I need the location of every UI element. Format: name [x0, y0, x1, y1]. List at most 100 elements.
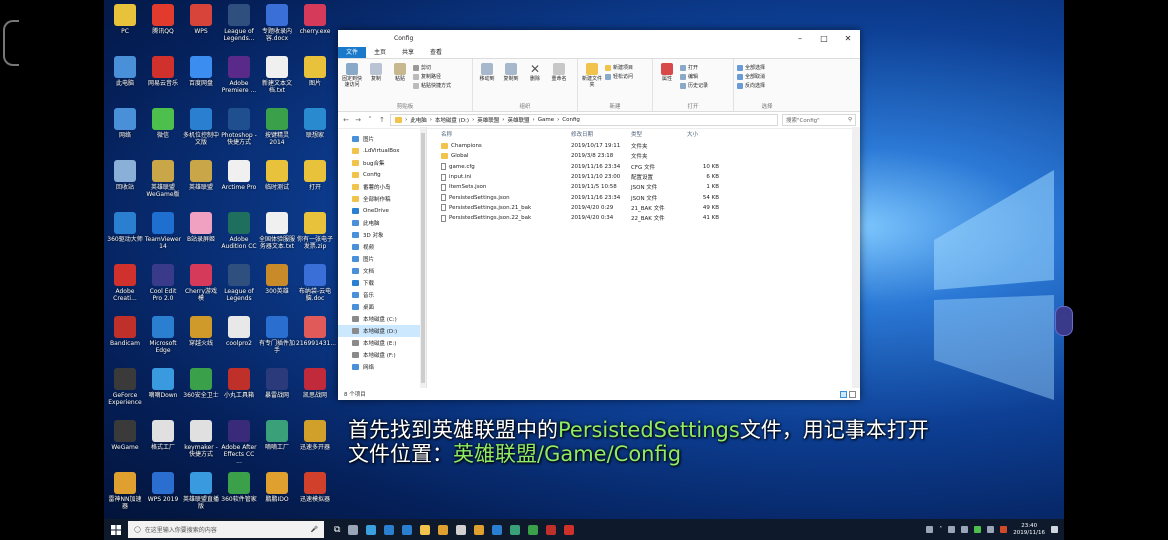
desktop-icon[interactable]: League of Legends...	[220, 4, 258, 54]
back-arrow-icon[interactable]: ←	[342, 116, 350, 124]
desktop-icon[interactable]: TeamViewer 14	[144, 212, 182, 262]
file-row[interactable]: game.cfg 2019/11/16 23:34 CFG 文件 10 KB	[441, 162, 860, 172]
edge-floating-button[interactable]	[1055, 306, 1073, 336]
file-row[interactable]: Champions 2019/10/17 19:11 文件夹	[441, 141, 860, 151]
desktop-icon[interactable]: 雷神NN加速器	[106, 472, 144, 522]
address-bar[interactable]: › 此电脑 › 本地磁盘 (D:) › 英雄联盟 › 英雄联盟 › Game › Config	[390, 114, 778, 126]
desktop-icon[interactable]: 按键精灵2014	[258, 108, 296, 158]
desktop-icon[interactable]: 英雄联盟WeGame版	[144, 160, 182, 210]
nav-item[interactable]: 音乐	[338, 289, 426, 301]
taskbar-app-icon[interactable]	[420, 524, 431, 535]
desktop-icon[interactable]: League of Legends	[220, 264, 258, 314]
desktop-icon[interactable]: 你有一张电子发票.zip	[296, 212, 334, 262]
desktop-icon[interactable]: WPS	[182, 4, 220, 54]
nav-item[interactable]: 下载	[338, 277, 426, 289]
desktop-icon[interactable]: Cool Edit Pro 2.0	[144, 264, 182, 314]
breadcrumb-chevron-icon[interactable]: ›	[557, 117, 559, 123]
paste-shortcut-button[interactable]: 粘贴快捷方式	[413, 82, 451, 89]
breadcrumb-chevron-icon[interactable]: ›	[533, 117, 535, 123]
desktop-icon[interactable]: Adobe Premiere ...	[220, 56, 258, 106]
network-icon[interactable]	[948, 526, 956, 533]
desktop-icon[interactable]: WeGame	[106, 420, 144, 470]
file-row[interactable]: PersistedSettings.json.21_bak 2019/4/20 0…	[441, 203, 860, 213]
volume-icon[interactable]	[961, 526, 969, 533]
taskbar-app-icon[interactable]	[510, 524, 521, 535]
file-row[interactable]: ItemSets.json 2019/11/5 10:58 JSON 文件 1 KB	[441, 182, 860, 192]
clock[interactable]: 23:40 2019/11/16	[1013, 523, 1045, 537]
desktop-icon[interactable]: 微信	[144, 108, 182, 158]
taskbar-search-box[interactable]: ◯ 在这里输入你要搜索的内容 🎤	[128, 521, 324, 538]
nav-item[interactable]: 本地磁盘 (C:)	[338, 313, 426, 325]
nav-item[interactable]: 3D 对象	[338, 229, 426, 241]
file-row[interactable]: PersistedSettings.json 2019/11/16 23:34 JS…	[441, 192, 860, 202]
navigation-scroll-thumb[interactable]	[421, 133, 425, 383]
desktop-icon[interactable]: 联想家	[296, 108, 334, 158]
taskbar-app-icon[interactable]	[564, 524, 575, 535]
nav-item[interactable]: 本地磁盘 (F:)	[338, 349, 426, 361]
select-none-button[interactable]: 全部取消	[737, 73, 765, 80]
desktop-icon[interactable]: 迅速模拟器	[296, 472, 334, 522]
nav-item[interactable]: 视频	[338, 241, 426, 253]
nav-item[interactable]: 图片	[338, 133, 426, 145]
desktop-icon[interactable]: Adobe After Effects CC ...	[220, 420, 258, 470]
desktop-icon[interactable]: 格式工厂	[144, 420, 182, 470]
people-icon[interactable]	[926, 526, 934, 533]
desktop-icon[interactable]: 鹏鹏IDO	[258, 472, 296, 522]
desktop-icon[interactable]: GeForce Experience	[106, 368, 144, 418]
taskbar-app-icon[interactable]	[528, 524, 539, 535]
search-box[interactable]: 搜索"Config" ⚲	[782, 114, 856, 126]
start-button[interactable]	[104, 519, 128, 540]
desktop-icon[interactable]: 有专门插件加手	[258, 316, 296, 366]
tab-home[interactable]: 主页	[366, 47, 394, 58]
desktop-icon[interactable]: 360安全卫士	[182, 368, 220, 418]
file-row[interactable]: PersistedSettings.json.22_bak 2019/4/20 0…	[441, 213, 860, 223]
desktop-icon[interactable]: keymaker - 快捷方式	[182, 420, 220, 470]
desktop-icon[interactable]: 凯思战网	[296, 368, 334, 418]
content-scrollbar[interactable]	[852, 127, 860, 388]
desktop-icon[interactable]: 穿越火线	[182, 316, 220, 366]
desktop-icon[interactable]: 嘀嘀Down	[144, 368, 182, 418]
desktop-icon[interactable]: 临时测试	[258, 160, 296, 210]
desktop-icon[interactable]: 小丸工具箱	[220, 368, 258, 418]
desktop-icon[interactable]: cherry.exe	[296, 4, 334, 54]
desktop-icon[interactable]: 嘀嘀工厂	[258, 420, 296, 470]
notification-icon[interactable]	[1051, 526, 1058, 533]
desktop-icon[interactable]: 网络	[106, 108, 144, 158]
breadcrumb-segment[interactable]: 此电脑	[410, 116, 427, 124]
desktop-icon[interactable]: 360驱动大师	[106, 212, 144, 262]
taskbar-app-icon[interactable]	[384, 524, 395, 535]
nav-item[interactable]: bug合集	[338, 157, 426, 169]
desktop-icon[interactable]: Microsoft Edge	[144, 316, 182, 366]
nav-item[interactable]: 本地磁盘 (E:)	[338, 337, 426, 349]
breadcrumb-segment[interactable]: Game	[538, 117, 554, 123]
tab-view[interactable]: 查看	[422, 47, 450, 58]
minimize-icon[interactable]: –	[788, 34, 812, 43]
breadcrumb-chevron-icon[interactable]: ›	[502, 117, 504, 123]
nav-item[interactable]: 网络	[338, 361, 426, 373]
desktop-icon[interactable]: PC	[106, 4, 144, 54]
desktop-icon[interactable]: coolpro2	[220, 316, 258, 366]
cut-button[interactable]: 剪切	[413, 64, 451, 71]
desktop-icon[interactable]: B站录屏姬	[182, 212, 220, 262]
edit-button[interactable]: 编辑	[680, 73, 708, 80]
column-header-name[interactable]: 名称	[441, 130, 571, 138]
desktop-icon[interactable]: WPS 2019	[144, 472, 182, 522]
maximize-icon[interactable]: □	[812, 34, 836, 43]
desktop-icon[interactable]: 打开	[296, 160, 334, 210]
copy-path-button[interactable]: 复制路径	[413, 73, 451, 80]
taskbar-app-icon[interactable]	[546, 524, 557, 535]
nav-item[interactable]: 本地磁盘 (D:)	[338, 325, 426, 337]
open-button[interactable]: 打开	[680, 64, 708, 71]
file-row[interactable]: Global 2019/3/8 23:18 文件夹	[441, 151, 860, 161]
breadcrumb-chevron-icon[interactable]: ›	[472, 117, 474, 123]
desktop-icon[interactable]: 专题收录内容.docx	[258, 4, 296, 54]
task-view-icon[interactable]: ⧉	[334, 525, 340, 535]
taskbar-app-icon[interactable]	[438, 524, 449, 535]
desktop-icon[interactable]: 新建文本文档.txt	[258, 56, 296, 106]
desktop-icon[interactable]: Bandicam	[106, 316, 144, 366]
nav-item[interactable]: 文档	[338, 265, 426, 277]
details-view-icon[interactable]	[840, 390, 847, 398]
nav-item[interactable]: .LdVirtualBox	[338, 145, 426, 157]
column-header-size[interactable]: 大小	[687, 130, 719, 138]
taskbar-app-icon[interactable]	[402, 524, 413, 535]
